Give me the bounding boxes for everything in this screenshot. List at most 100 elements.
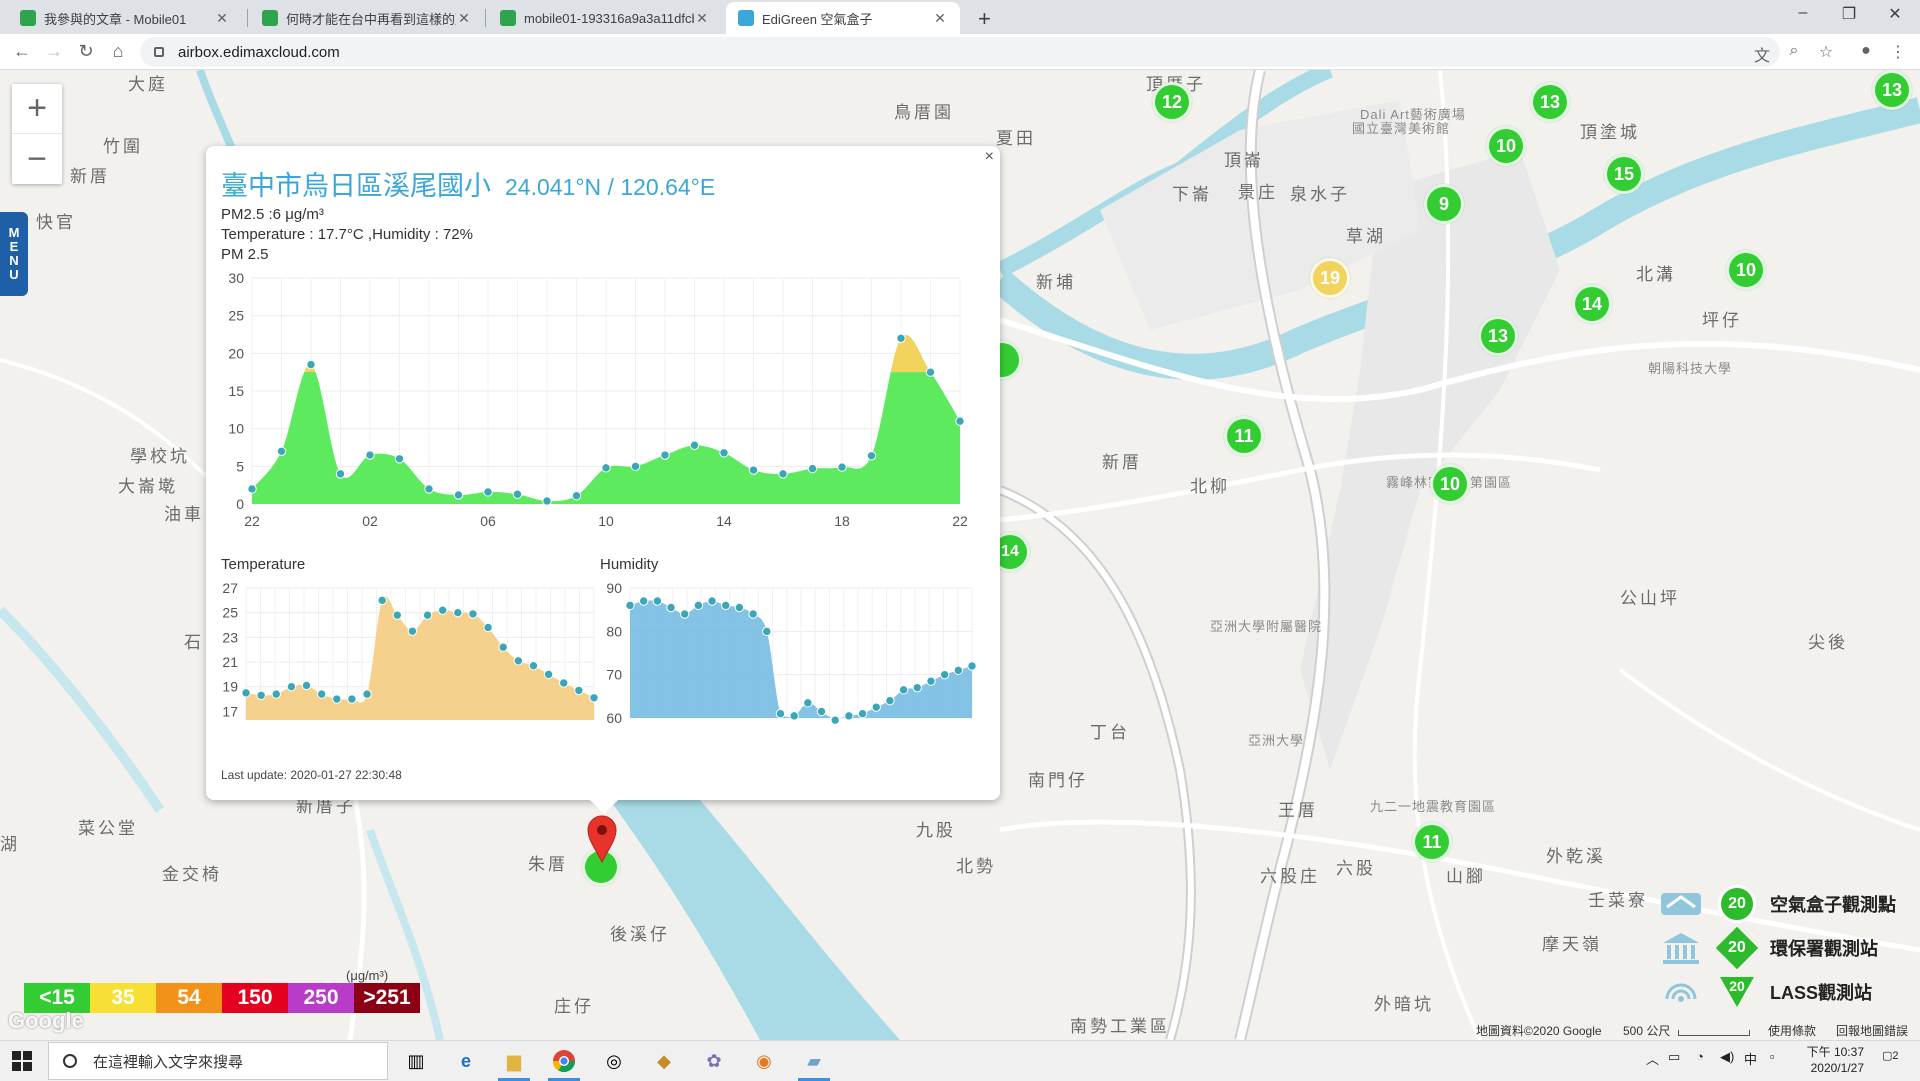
zoom-control: + − — [12, 84, 62, 184]
tab-close-icon[interactable]: ✕ — [456, 10, 472, 27]
edge-icon[interactable]: e — [446, 1045, 486, 1077]
network-icon[interactable]: ◔ — [1696, 1049, 1704, 1064]
translate-icon[interactable]: 文 — [1752, 42, 1772, 66]
new-tab-button[interactable]: + — [978, 6, 991, 32]
y-tick-label: 21 — [222, 654, 238, 670]
data-point — [335, 469, 346, 479]
data-point — [803, 698, 813, 708]
tab-close-icon[interactable]: ✕ — [932, 10, 948, 27]
station-marker[interactable]: 13 — [1872, 70, 1912, 110]
x-tick-label: 18 — [834, 513, 850, 529]
station-charts: 0 5 10 15 20 25 30 22 02 06 10 14 18 22 17 19 21 23 25 27 60… — [222, 270, 977, 726]
legend-label: LASS觀測站 — [1770, 983, 1873, 1003]
station-marker[interactable]: 19 — [1310, 258, 1350, 298]
data-point — [748, 465, 759, 475]
browser-tab[interactable]: 我參與的文章 - Mobile01 ✕ — [8, 2, 242, 34]
maximize-button[interactable]: ❐ — [1826, 4, 1872, 24]
window-close-button[interactable]: ✕ — [1872, 4, 1918, 24]
close-popup-button[interactable]: × — [985, 148, 994, 166]
data-point — [680, 609, 690, 619]
station-marker[interactable]: 13 — [1530, 82, 1570, 122]
zoom-in-button[interactable]: + — [12, 84, 62, 134]
data-point — [347, 694, 357, 704]
aqi-level: 35 — [90, 983, 156, 1013]
data-point — [276, 446, 287, 456]
menu-button[interactable]: M E N U — [0, 212, 28, 296]
taskbar-search[interactable]: 在這裡輸入文字來搜尋 — [48, 1042, 388, 1080]
mobile01-favicon-icon — [262, 10, 278, 26]
bookmark-star-icon[interactable]: ☆ — [1816, 42, 1836, 62]
place-label: 頂塗城 — [1580, 123, 1640, 142]
browser-tab[interactable]: mobile01-193316a9a3a11dfcb ✕ — [488, 2, 722, 34]
station-marker[interactable]: 12 — [1152, 82, 1192, 122]
back-icon[interactable]: ← — [10, 41, 34, 62]
taskbar: 在這裡輸入文字來搜尋 ▥ e ▆ ◎ ◆ ✿ ◉ ▰ ︿ ▭ ◔ ◀) 中 ▫ … — [0, 1040, 1920, 1081]
station-marker[interactable]: 11 — [1412, 822, 1452, 862]
edigreen-favicon-icon — [738, 10, 754, 26]
report-error-link[interactable]: 回報地圖錯誤 — [1836, 1022, 1908, 1039]
station-marker[interactable]: 10 — [1726, 250, 1766, 290]
forward-icon[interactable]: → — [42, 41, 66, 62]
browser-tab-active[interactable]: EdiGreen 空氣盒子 ✕ — [726, 2, 960, 34]
chrome-icon[interactable] — [544, 1045, 584, 1081]
place-label: 外暗坑 — [1374, 995, 1434, 1014]
station-marker[interactable]: 13 — [1478, 316, 1518, 356]
data-point — [332, 694, 342, 704]
app-icon[interactable]: ▰ — [794, 1045, 834, 1081]
tab-close-icon[interactable]: ✕ — [214, 10, 230, 27]
data-point — [857, 708, 868, 719]
browser-tab[interactable]: 何時才能在台中再看到這樣的藍天 ✕ — [250, 2, 484, 34]
station-marker[interactable]: 15 — [1604, 154, 1644, 194]
data-point — [748, 609, 758, 619]
volume-icon[interactable]: ◀) — [1720, 1049, 1734, 1065]
home-icon[interactable]: ⌂ — [106, 41, 130, 62]
app-icon[interactable]: ◆ — [644, 1045, 684, 1077]
windows-start-icon[interactable] — [12, 1051, 32, 1071]
station-marker[interactable]: 10 — [1430, 464, 1470, 504]
data-point — [316, 689, 327, 699]
ime-mode-icon[interactable]: ▫ — [1770, 1049, 1775, 1064]
place-label: 油車 — [164, 505, 204, 524]
data-point — [721, 600, 731, 611]
poi-label: 國立臺灣美術館 — [1352, 121, 1451, 136]
blender-icon[interactable]: ◉ — [744, 1045, 784, 1077]
terms-link[interactable]: 使用條款 — [1768, 1022, 1816, 1039]
place-label: 後溪仔 — [610, 925, 670, 944]
tab-close-icon[interactable]: ✕ — [694, 10, 710, 27]
place-label: 北勢 — [956, 857, 996, 876]
place-label: 丁台 — [1090, 723, 1130, 742]
task-view-icon[interactable]: ▥ — [396, 1045, 436, 1077]
government-icon — [1656, 930, 1706, 966]
battery-icon[interactable]: ▭ — [1668, 1049, 1680, 1065]
data-point — [912, 682, 922, 693]
zoom-icon[interactable]: ⌕ — [1784, 42, 1804, 60]
place-label: 頂崙 — [1224, 151, 1264, 170]
zoom-out-button[interactable]: − — [12, 134, 62, 184]
aqi-level: 250 — [288, 983, 354, 1013]
y-tick-label: 60 — [606, 710, 622, 726]
address-bar[interactable]: airbox.edimaxcloud.com — [140, 37, 1780, 67]
more-menu-icon[interactable]: ⋮ — [1888, 42, 1908, 62]
app-icon[interactable]: ✿ — [694, 1045, 734, 1077]
system-clock[interactable]: 下午 10:37 2020/1/27 — [1807, 1044, 1864, 1076]
app-icon[interactable]: ◎ — [594, 1045, 634, 1077]
minimize-button[interactable]: – — [1780, 4, 1826, 22]
notification-center-icon[interactable]: ▢2 — [1882, 1049, 1899, 1062]
data-point — [394, 454, 405, 464]
station-marker[interactable]: 9 — [1424, 184, 1464, 224]
station-marker[interactable]: 11 — [1224, 416, 1264, 456]
place-label: 草湖 — [1346, 227, 1386, 246]
station-marker[interactable]: 10 — [1486, 126, 1526, 166]
data-point — [483, 487, 493, 497]
data-point — [528, 661, 539, 671]
profile-icon[interactable]: ● — [1856, 42, 1876, 60]
data-point — [693, 600, 704, 611]
file-explorer-icon[interactable]: ▆ — [494, 1045, 534, 1081]
station-marker[interactable]: 14 — [1572, 284, 1612, 324]
ime-indicator[interactable]: 中 — [1744, 1049, 1757, 1068]
tray-chevron-icon[interactable]: ︿ — [1646, 1049, 1659, 1068]
reload-icon[interactable]: ↻ — [74, 41, 98, 62]
x-tick-label: 22 — [952, 513, 968, 529]
data-point — [468, 609, 478, 619]
x-tick-label: 10 — [598, 513, 614, 529]
